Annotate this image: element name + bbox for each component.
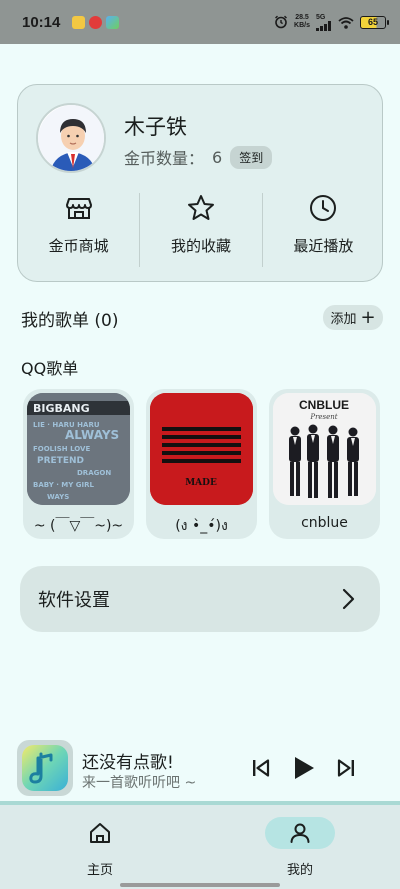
notification-icons <box>72 15 120 29</box>
home-icon <box>90 823 110 843</box>
speed-value: 28.5 <box>295 14 309 21</box>
add-label: 添加 <box>330 312 357 327</box>
svg-text:PRETEND: PRETEND <box>37 456 84 466</box>
coin-row: 金币数量： 6 签到 <box>124 145 273 169</box>
nav-mine-pill <box>265 817 335 849</box>
coin-label: 金币数量： <box>124 149 205 168</box>
person-icon <box>290 823 310 843</box>
store-icon <box>65 198 92 219</box>
signal-icon <box>316 20 331 31</box>
avatar[interactable] <box>36 103 106 173</box>
recent-play-button[interactable]: 最近播放 <box>263 193 384 269</box>
favorites-label: 我的收藏 <box>170 237 231 255</box>
status-bar: 10:14 28.5 KB/s 5G 65 <box>0 0 400 44</box>
svg-text:WAYS: WAYS <box>47 493 69 501</box>
svg-text:Present: Present <box>309 413 337 421</box>
cellular-group: 5G <box>316 14 332 31</box>
settings-label: 软件设置 <box>38 590 110 611</box>
mini-player[interactable]: 还没有点歌! 来一首歌听听吧 ~ <box>0 734 400 802</box>
network-speed: 28.5 KB/s <box>294 14 310 30</box>
coin-value: 6 <box>212 147 223 167</box>
mini-cover <box>17 740 73 796</box>
home-indicator <box>120 883 280 887</box>
chevron-right-icon <box>342 588 355 610</box>
alarm-icon <box>275 15 288 29</box>
svg-text:DRAGON: DRAGON <box>77 469 111 477</box>
coin-store-label: 金币商城 <box>48 237 109 255</box>
clock-icon <box>310 195 337 221</box>
coin-store-button[interactable]: 金币商城 <box>18 193 139 269</box>
mini-player-subtitle: 来一首歌听听吧 ~ <box>82 775 197 791</box>
settings-row[interactable]: 软件设置 <box>20 566 380 632</box>
cover-text: BIGBANG <box>33 402 90 415</box>
avatar-illustration <box>38 105 104 171</box>
skip-previous-icon[interactable] <box>249 756 273 780</box>
svg-text:FOOLISH LOVE: FOOLISH LOVE <box>33 445 90 453</box>
mini-player-title: 还没有点歌! <box>82 753 174 773</box>
playlist-name: (ง •̀_•́)ง <box>175 518 228 534</box>
profile-card: 木子铁 金币数量： 6 签到 金币商城 我的收藏 最近播放 <box>17 84 383 282</box>
playlist-cover-image: CNBLUE Present <box>273 393 376 505</box>
wifi-icon <box>338 16 354 29</box>
playlist-name: cnblue <box>301 515 348 531</box>
svg-text:ALWAYS: ALWAYS <box>65 428 119 442</box>
nav-mine[interactable]: 我的 <box>260 817 340 881</box>
recent-play-label: 最近播放 <box>293 237 354 255</box>
user-name: 木子铁 <box>124 115 187 139</box>
gallery-notification-icon <box>106 15 120 29</box>
network-type: 5G <box>316 13 326 21</box>
nav-home-label: 主页 <box>86 863 113 878</box>
netease-music-icon <box>89 15 103 29</box>
bottom-nav: 主页 我的 <box>0 805 400 889</box>
my-playlists-title: 我的歌单 (0) <box>21 311 119 331</box>
favorites-button[interactable]: 我的收藏 <box>140 193 261 269</box>
speed-unit: KB/s <box>294 22 310 29</box>
playlist-name: ~ (￣▽￣~)~ <box>33 518 124 534</box>
status-time: 10:14 <box>22 13 61 31</box>
playlist-card[interactable]: MADE (ง •̀_•́)ง <box>146 389 257 539</box>
app-notification-icon <box>72 15 86 29</box>
cover-text: MADE <box>185 478 217 488</box>
cover-text: CNBLUE <box>299 398 349 412</box>
playlist-cover-image: MADE <box>150 393 253 505</box>
playlist-card[interactable]: BIGBANG LIE · HARU HARU ALWAYS FOOLISH L… <box>23 389 134 539</box>
quick-actions: 金币商城 我的收藏 最近播放 <box>18 193 384 269</box>
music-note-icon <box>22 745 68 791</box>
playlist-cover-image: BIGBANG LIE · HARU HARU ALWAYS FOOLISH L… <box>27 393 130 505</box>
plus-icon: + <box>360 306 376 328</box>
nav-mine-label: 我的 <box>286 863 313 878</box>
nav-home[interactable]: 主页 <box>60 817 140 881</box>
status-right: 28.5 KB/s 5G 65 <box>274 14 389 31</box>
nav-home-pill <box>65 817 135 849</box>
add-playlist-button[interactable]: 添加 + <box>323 305 383 330</box>
skip-next-icon[interactable] <box>334 756 358 780</box>
battery-icon: 65 <box>360 15 389 29</box>
signin-button[interactable]: 签到 <box>230 145 273 169</box>
play-icon[interactable] <box>290 755 316 781</box>
playlist-card[interactable]: CNBLUE Present cnblue <box>269 389 380 539</box>
star-icon <box>187 195 214 220</box>
svg-text:BABY · MY GIRL: BABY · MY GIRL <box>33 481 95 489</box>
qq-playlists-title: QQ歌单 <box>21 359 79 378</box>
